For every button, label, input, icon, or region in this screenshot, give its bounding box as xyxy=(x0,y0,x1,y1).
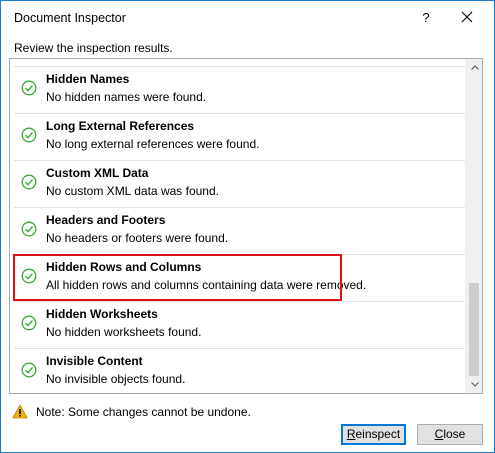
result-description: No hidden names were found. xyxy=(46,90,207,104)
result-description: No headers or footers were found. xyxy=(46,231,229,245)
item-separator xyxy=(14,348,465,349)
item-separator xyxy=(14,301,465,302)
chevron-up-icon xyxy=(470,65,479,70)
check-circle-icon xyxy=(21,80,37,96)
check-circle-icon xyxy=(21,315,37,331)
result-item: Invisible Content No invisible objects fo… xyxy=(10,348,465,393)
reinspect-button[interactable]: Reinspect xyxy=(341,424,406,445)
close-icon xyxy=(461,11,473,23)
result-name: Invisible Content xyxy=(46,354,143,368)
result-name: Hidden Names xyxy=(46,72,130,86)
result-item: Long External References No long external… xyxy=(10,113,465,160)
check-circle-icon xyxy=(21,127,37,143)
result-description: No hidden worksheets found. xyxy=(46,325,202,339)
result-description: No invisible objects found. xyxy=(46,372,186,386)
scroll-up-button[interactable] xyxy=(466,59,482,76)
check-circle-icon xyxy=(21,221,37,237)
check-circle-icon xyxy=(21,174,37,190)
reinspect-label: Reinspect xyxy=(346,427,401,441)
result-description: No long external references were found. xyxy=(46,137,260,151)
scroll-down-button[interactable] xyxy=(466,376,482,393)
document-inspector-dialog: Document Inspector ? Review the inspecti… xyxy=(0,0,495,453)
result-name: Custom XML Data xyxy=(46,166,149,180)
chevron-down-icon xyxy=(470,382,479,387)
result-item: Headers and Footers No headers or footers… xyxy=(10,207,465,254)
item-separator xyxy=(14,113,465,114)
result-item: Custom XML Data No custom XML data was fo… xyxy=(10,160,465,207)
result-name: Hidden Rows and Columns xyxy=(46,260,202,274)
item-separator xyxy=(14,160,465,161)
result-name: Long External References xyxy=(46,119,195,133)
instruction-text: Review the inspection results. xyxy=(14,41,173,55)
vertical-scrollbar[interactable] xyxy=(465,59,482,393)
result-item: Hidden Names No hidden names were found. xyxy=(10,66,465,113)
result-name: Hidden Worksheets xyxy=(46,307,158,321)
result-item: Hidden Rows and Columns All hidden rows a… xyxy=(10,254,465,301)
note-text: Note: Some changes cannot be undone. xyxy=(36,405,251,419)
results-list[interactable]: Hidden Names No hidden names were found. L… xyxy=(9,58,483,394)
help-button[interactable]: ? xyxy=(413,7,439,29)
scroll-thumb[interactable] xyxy=(469,283,479,383)
check-circle-icon xyxy=(21,268,37,284)
close-button[interactable]: Close xyxy=(417,424,483,445)
title-bar: Document Inspector ? xyxy=(1,1,494,35)
result-description: No custom XML data was found. xyxy=(46,184,219,198)
item-separator xyxy=(14,254,465,255)
item-separator xyxy=(14,66,465,67)
result-description: All hidden rows and columns containing d… xyxy=(46,278,367,292)
result-name: Headers and Footers xyxy=(46,213,166,227)
check-circle-icon xyxy=(21,362,37,378)
warning-icon xyxy=(12,404,28,419)
close-window-button[interactable] xyxy=(453,7,481,29)
item-separator xyxy=(14,207,465,208)
result-item: Hidden Worksheets No hidden worksheets fo… xyxy=(10,301,465,348)
window-title: Document Inspector xyxy=(14,11,126,25)
close-label: Close xyxy=(434,427,466,441)
